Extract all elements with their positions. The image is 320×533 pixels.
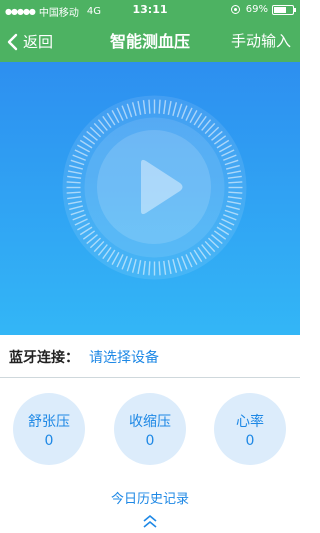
battery-icon [272,4,296,15]
measure-area [0,62,300,335]
chevron-left-icon [7,33,18,50]
manual-input-button[interactable]: 手动输入 [231,21,291,62]
start-measure-button[interactable] [97,130,211,244]
status-bar: ●●●●● 中国移动 4G 13:11 69% [0,0,300,21]
reading-label: 收缩压 [129,414,171,430]
lock-rotation-icon [230,5,240,14]
status-right: 69% [230,4,296,15]
dial-tick [228,181,243,184]
back-label: 返回 [23,33,54,51]
battery-fill [274,6,287,13]
dial-tick [66,191,81,194]
bluetooth-label: 蓝牙连接： [9,350,79,366]
double-chevron-up-icon[interactable] [142,513,158,529]
dial-tick [66,181,81,184]
reading-value: 0 [44,433,54,449]
back-button[interactable]: 返回 [4,21,53,62]
heart-rate-reading: 心率 0 [214,393,286,465]
systolic-reading: 收缩压 0 [114,393,186,465]
dial-tick [228,191,243,194]
select-device-link[interactable]: 请选择设备 [89,347,159,367]
readings-panel: 舒张压 0 收缩压 0 心率 0 [0,393,300,473]
today-history-link[interactable]: 今日历史记录 [0,488,300,507]
dial-tick [158,261,161,276]
dial-tick [148,99,151,114]
play-icon [97,130,211,244]
reading-label: 心率 [236,414,264,430]
reading-value: 0 [245,433,255,449]
dial-tick [158,99,161,114]
diastolic-reading: 舒张压 0 [13,393,85,465]
nav-bar: 返回 智能测血压 手动输入 [0,21,300,62]
reading-value: 0 [145,433,155,449]
bluetooth-row: 蓝牙连接： 请选择设备 [0,337,300,378]
reading-label: 舒张压 [28,414,70,430]
battery-percent: 69% [245,4,268,15]
dial-tick [148,261,151,276]
